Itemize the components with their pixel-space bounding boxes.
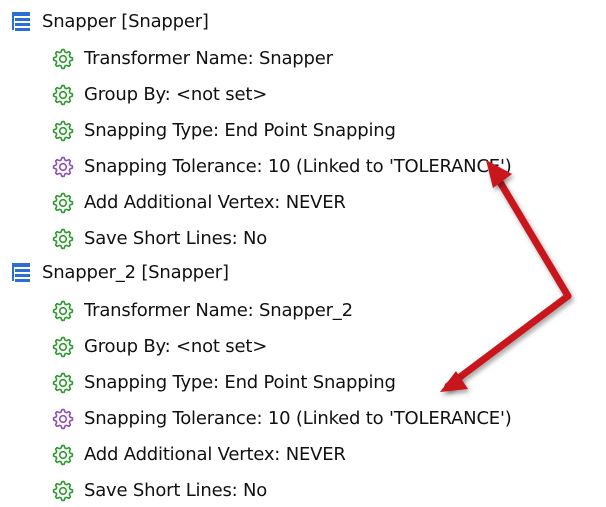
gear-icon	[52, 480, 74, 502]
gear-icon	[52, 156, 74, 178]
gear-icon	[52, 444, 74, 466]
transformer-list-icon	[10, 262, 32, 284]
param-label: Transformer Name: Snapper_2	[84, 300, 353, 321]
param-add-additional-vertex[interactable]: Add Additional Vertex: NEVER	[52, 187, 346, 219]
gear-icon	[52, 192, 74, 214]
gear-icon	[52, 372, 74, 394]
param-label: Group By: <not set>	[84, 336, 268, 357]
param-label: Snapping Type: End Point Snapping	[84, 120, 396, 141]
param-add-additional-vertex[interactable]: Add Additional Vertex: NEVER	[52, 439, 346, 471]
tree-node-label: Snapper [Snapper]	[42, 11, 209, 32]
param-transformer-name[interactable]: Transformer Name: Snapper_2	[52, 295, 353, 327]
gear-icon	[52, 84, 74, 106]
gear-icon	[52, 120, 74, 142]
param-snapping-tolerance[interactable]: Snapping Tolerance: 10 (Linked to 'TOLER…	[52, 151, 512, 183]
param-transformer-name[interactable]: Transformer Name: Snapper	[52, 43, 333, 75]
param-save-short-lines[interactable]: Save Short Lines: No	[52, 223, 267, 255]
param-label: Save Short Lines: No	[84, 228, 268, 249]
tree-node-label: Snapper_2 [Snapper]	[42, 262, 229, 283]
tree-node-snapper[interactable]: Snapper [Snapper]	[10, 6, 209, 38]
gear-icon	[52, 48, 74, 70]
tree-node-snapper-2[interactable]: Snapper_2 [Snapper]	[10, 257, 229, 289]
param-snapping-tolerance[interactable]: Snapping Tolerance: 10 (Linked to 'TOLER…	[52, 403, 512, 435]
param-label: Snapping Tolerance: 10 (Linked to 'TOLER…	[84, 408, 512, 429]
param-group-by[interactable]: Group By: <not set>	[52, 331, 267, 363]
param-label: Snapping Tolerance: 10 (Linked to 'TOLER…	[84, 156, 512, 177]
transformer-list-icon	[10, 11, 32, 33]
param-save-short-lines[interactable]: Save Short Lines: No	[52, 475, 267, 507]
param-label: Add Additional Vertex: NEVER	[84, 192, 346, 213]
gear-icon	[52, 300, 74, 322]
gear-icon	[52, 336, 74, 358]
param-snapping-type[interactable]: Snapping Type: End Point Snapping	[52, 115, 396, 147]
parameter-tree: Snapper [Snapper] Transformer Name: Snap…	[0, 0, 606, 506]
param-label: Group By: <not set>	[84, 84, 268, 105]
param-label: Add Additional Vertex: NEVER	[84, 444, 346, 465]
param-group-by[interactable]: Group By: <not set>	[52, 79, 267, 111]
param-snapping-type[interactable]: Snapping Type: End Point Snapping	[52, 367, 396, 399]
gear-icon	[52, 408, 74, 430]
gear-icon	[52, 228, 74, 250]
param-label: Save Short Lines: No	[84, 480, 268, 501]
param-label: Transformer Name: Snapper	[84, 48, 333, 69]
param-label: Snapping Type: End Point Snapping	[84, 372, 396, 393]
